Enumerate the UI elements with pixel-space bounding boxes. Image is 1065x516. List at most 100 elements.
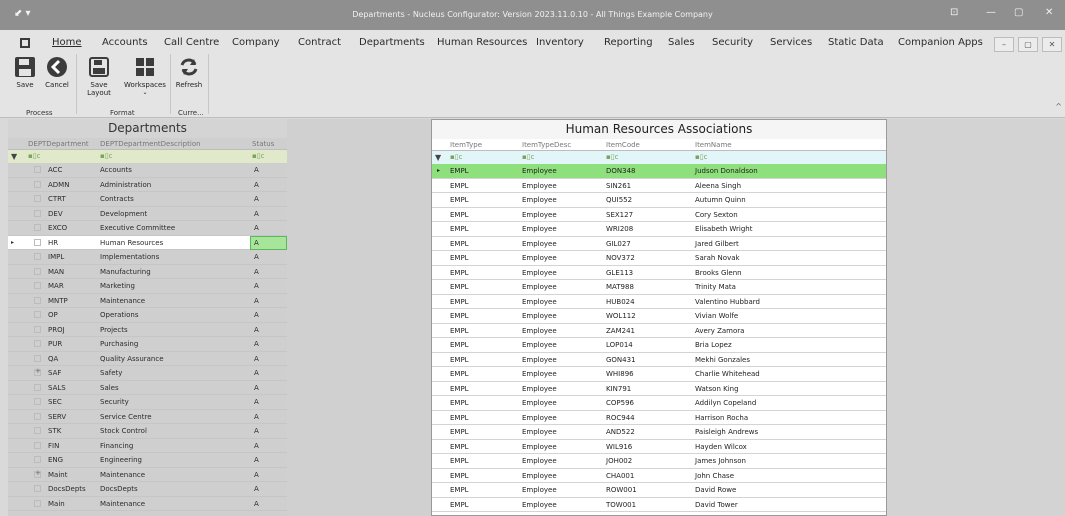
expand-icon[interactable]: [34, 267, 41, 275]
expand-icon[interactable]: [34, 354, 41, 362]
expand-icon[interactable]: [34, 166, 41, 173]
tab-contract[interactable]: Contract: [298, 37, 341, 48]
tab-companion-apps[interactable]: Companion Apps: [898, 37, 983, 48]
expand-icon[interactable]: [34, 195, 41, 202]
expand-icon[interactable]: [34, 499, 41, 507]
table-row[interactable]: MAR Marketing A: [8, 279, 287, 294]
departments-filter-row[interactable]: ▼ ▪▯c ▪▯c ▪▯c: [8, 150, 287, 163]
expand-icon[interactable]: [34, 469, 41, 478]
table-row[interactable]: EMPL Employee SIN261 Aleena Singh: [432, 179, 886, 193]
table-row[interactable]: EMPL Employee GON431 Mekhi Gonzales: [432, 353, 886, 367]
table-row[interactable]: DocsDepts DocsDepts A: [8, 482, 287, 497]
table-row[interactable]: EMPL Employee LOP014 Bria Lopez: [432, 338, 886, 353]
expand-icon[interactable]: [34, 340, 41, 347]
table-row[interactable]: SALS Sales A: [8, 381, 287, 395]
table-row[interactable]: EMPL Employee COP596 Addilyn Copeland: [432, 396, 886, 411]
table-row[interactable]: DEV Development A: [8, 207, 287, 221]
maximize-button[interactable]: ▢: [1014, 7, 1023, 18]
expand-icon[interactable]: [34, 209, 41, 217]
table-row[interactable]: EMPL Employee WHI896 Charlie Whitehead: [432, 367, 886, 382]
filter-cell-icon[interactable]: ▪▯c: [252, 152, 264, 160]
tab-human-resources[interactable]: Human Resources: [437, 37, 527, 48]
tab-security[interactable]: Security: [712, 37, 753, 48]
filter-cell-icon[interactable]: ▪▯c: [606, 153, 618, 161]
table-row[interactable]: EMPL Employee WOL112 Vivian Wolfe: [432, 309, 886, 324]
table-row[interactable]: EMPL Employee CHA001 John Chase: [432, 469, 886, 483]
tab-accounts[interactable]: Accounts: [102, 37, 148, 48]
table-row[interactable]: EMPL Employee GIL027 Jared Gilbert: [432, 237, 886, 251]
tab-sales[interactable]: Sales: [668, 37, 695, 48]
tab-company[interactable]: Company: [232, 37, 280, 48]
table-row[interactable]: EMPL Employee MAT988 Trinity Mata: [432, 280, 886, 295]
filter-cell-icon[interactable]: ▪▯c: [100, 152, 112, 160]
table-row[interactable]: QA Quality Assurance A: [8, 352, 287, 366]
table-row[interactable]: SERV Service Centre A: [8, 410, 287, 424]
tab-reporting[interactable]: Reporting: [604, 37, 653, 48]
expand-icon[interactable]: [34, 441, 41, 449]
expand-icon[interactable]: [34, 238, 41, 246]
expand-icon[interactable]: [34, 253, 41, 260]
table-row[interactable]: ADMN Administration A: [8, 178, 287, 192]
table-row[interactable]: EMPL Employee KIN791 Watson King: [432, 382, 886, 396]
table-row[interactable]: EMPL Employee SEX127 Cory Sexton: [432, 208, 886, 222]
col-header-itemcode[interactable]: ItemCode: [606, 141, 640, 149]
table-row[interactable]: PUR Purchasing A: [8, 337, 287, 352]
table-row[interactable]: EXCO Executive Committee A: [8, 221, 287, 236]
pin-icon[interactable]: ⊡: [950, 7, 958, 18]
expand-icon[interactable]: [34, 224, 41, 231]
tab-call-centre[interactable]: Call Centre: [164, 37, 219, 48]
col-header-itemtypedesc[interactable]: ItemTypeDesc: [522, 141, 571, 149]
tab-static-data[interactable]: Static Data: [828, 37, 884, 48]
tab-departments[interactable]: Departments: [359, 37, 425, 48]
table-row[interactable]: EMPL Employee WIL916 Hayden Wilcox: [432, 440, 886, 454]
table-row[interactable]: EMPL Employee HUB024 Valentino Hubbard: [432, 295, 886, 309]
table-row[interactable]: EMPL Employee ZAM241 Avery Zamora: [432, 324, 886, 338]
save-layout-button[interactable]: Save Layout: [79, 56, 119, 97]
table-row[interactable]: Main Maintenance A: [8, 497, 287, 511]
table-row[interactable]: SEC Security A: [8, 395, 287, 410]
minimize-button[interactable]: —: [986, 7, 996, 18]
workspaces-button[interactable]: Workspaces ⌄: [122, 56, 168, 96]
expand-icon[interactable]: [34, 398, 41, 405]
mdi-restore-button[interactable]: ▢: [1018, 37, 1038, 52]
expand-icon[interactable]: [34, 325, 41, 333]
filter-cell-icon[interactable]: ▪▯c: [450, 153, 462, 161]
table-row[interactable]: Maint Maintenance A: [8, 468, 287, 482]
mdi-close-button[interactable]: ✕: [1042, 37, 1062, 52]
table-row[interactable]: EMPL Employee ROW001 David Rowe: [432, 483, 886, 498]
table-row[interactable]: CTRT Contracts A: [8, 192, 287, 207]
associations-filter-row[interactable]: ▼ ▪▯c ▪▯c ▪▯c ▪▯c: [432, 151, 886, 164]
filter-cell-icon[interactable]: ▪▯c: [28, 152, 40, 160]
table-row[interactable]: EMPL Employee GLE113 Brooks Glenn: [432, 266, 886, 280]
filter-cell-icon[interactable]: ▪▯c: [695, 153, 707, 161]
col-header-department[interactable]: DEPTDepartment: [28, 140, 89, 148]
expand-icon[interactable]: [34, 180, 41, 188]
col-header-description[interactable]: DEPTDepartmentDescription: [100, 140, 201, 148]
tab-inventory[interactable]: Inventory: [536, 37, 584, 48]
table-row[interactable]: MNTP Maintenance A: [8, 294, 287, 308]
table-row[interactable]: ▸ EMPL Employee DON348 Judson Donaldson: [432, 164, 886, 179]
table-row[interactable]: ENG Engineering A: [8, 453, 287, 468]
col-header-itemtype[interactable]: ItemType: [450, 141, 482, 149]
tab-services[interactable]: Services: [770, 37, 812, 48]
tab-home[interactable]: Home: [52, 37, 82, 48]
table-row[interactable]: EMPL Employee AND522 Paisleigh Andrews: [432, 425, 886, 440]
expand-icon[interactable]: [34, 311, 41, 318]
table-row[interactable]: EMPL Employee JOH002 James Johnson: [432, 454, 886, 469]
table-row[interactable]: EMPL Employee WRI208 Elisabeth Wright: [432, 222, 886, 237]
close-button[interactable]: ✕: [1045, 7, 1053, 18]
table-row[interactable]: STK Stock Control A: [8, 424, 287, 439]
table-row[interactable]: EMPL Employee QUI552 Autumn Quinn: [432, 193, 886, 208]
refresh-button[interactable]: Refresh: [174, 56, 204, 89]
expand-icon[interactable]: [34, 456, 41, 463]
table-row[interactable]: MAN Manufacturing A: [8, 265, 287, 279]
filter-cell-icon[interactable]: ▪▯c: [522, 153, 534, 161]
table-row[interactable]: IMPL Implementations A: [8, 250, 287, 265]
mdi-minimize-button[interactable]: –: [994, 37, 1014, 52]
expand-icon[interactable]: [34, 412, 41, 420]
table-row[interactable]: SAF Safety A: [8, 366, 287, 381]
expand-icon[interactable]: [34, 427, 41, 434]
expand-icon[interactable]: [34, 367, 41, 376]
table-row[interactable]: PROJ Projects A: [8, 323, 287, 337]
expand-icon[interactable]: [34, 383, 41, 391]
